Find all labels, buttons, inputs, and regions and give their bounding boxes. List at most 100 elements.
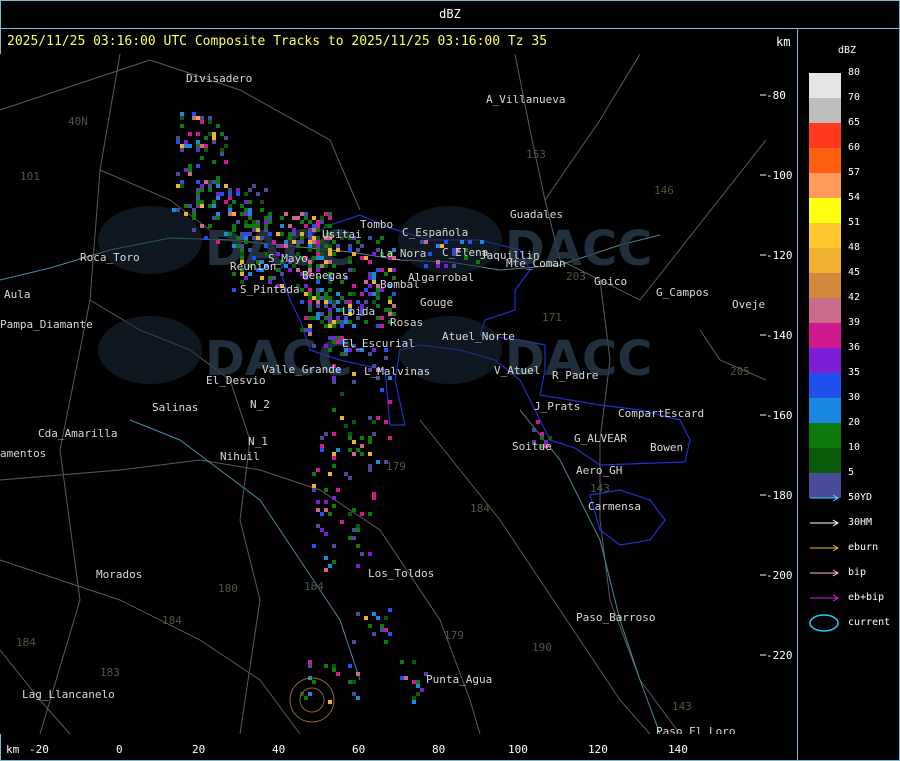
place-label: Bowen bbox=[650, 441, 683, 454]
echo-pixel bbox=[412, 660, 416, 664]
echo-pixel bbox=[196, 116, 200, 120]
echo-pixel bbox=[308, 328, 312, 332]
echo-pixel bbox=[236, 236, 240, 240]
echo-pixel bbox=[176, 136, 180, 140]
echo-pixel bbox=[368, 284, 372, 288]
echo-pixel bbox=[356, 528, 360, 532]
legend-level-label: 48 bbox=[848, 242, 861, 253]
echo-pixel bbox=[392, 268, 396, 272]
echo-pixel bbox=[296, 244, 300, 248]
echo-pixel bbox=[300, 300, 304, 304]
echo-pixel bbox=[176, 172, 180, 176]
echo-pixel bbox=[308, 316, 312, 320]
y-tick-label: -100 bbox=[766, 169, 793, 182]
legend-level-label: 30 bbox=[848, 392, 861, 403]
echo-pixel bbox=[328, 312, 332, 316]
echo-pixel bbox=[256, 224, 260, 228]
echo-pixel bbox=[304, 328, 308, 332]
echo-pixel bbox=[372, 420, 376, 424]
echo-pixel bbox=[328, 296, 332, 300]
svg-text:143: 143 bbox=[590, 482, 610, 495]
echo-pixel bbox=[196, 140, 200, 144]
echo-pixel bbox=[360, 256, 364, 260]
echo-pixel bbox=[308, 660, 312, 664]
place-label: Roca_Toro bbox=[80, 251, 140, 264]
place-label: Aula bbox=[4, 288, 31, 301]
echo-pixel bbox=[248, 212, 252, 216]
echo-pixel bbox=[308, 260, 312, 264]
echo-pixel bbox=[328, 248, 332, 252]
echo-pixel bbox=[244, 220, 248, 224]
x-tick-label: 0 bbox=[116, 743, 123, 756]
echo-pixel bbox=[348, 320, 352, 324]
echo-pixel bbox=[224, 184, 228, 188]
echo-pixel bbox=[244, 200, 248, 204]
echo-pixel bbox=[332, 464, 336, 468]
echo-pixel bbox=[308, 248, 312, 252]
echo-pixel bbox=[304, 696, 308, 700]
echo-pixel bbox=[208, 224, 212, 228]
echo-pixel bbox=[240, 252, 244, 256]
svg-text:180: 180 bbox=[218, 582, 238, 595]
echo-pixel bbox=[320, 512, 324, 516]
echo-pixel bbox=[204, 136, 208, 140]
place-label: Bombal bbox=[380, 278, 420, 291]
echo-pixel bbox=[424, 240, 428, 244]
echo-pixel bbox=[320, 448, 324, 452]
track-legend-label: eb+bip bbox=[848, 592, 885, 603]
echo-pixel bbox=[240, 244, 244, 248]
echo-pixel bbox=[308, 664, 312, 668]
echo-pixel bbox=[348, 448, 352, 452]
echo-pixel bbox=[332, 504, 336, 508]
echo-pixel bbox=[332, 432, 336, 436]
radar-map[interactable]: 10140N153 146171203 205179184 180 184190 … bbox=[0, 54, 766, 734]
echo-pixel bbox=[388, 400, 392, 404]
place-label: Paso_El_Loro bbox=[656, 725, 735, 734]
echo-pixel bbox=[392, 304, 396, 308]
place-label: Paso_Barroso bbox=[576, 611, 655, 624]
echo-pixel bbox=[200, 188, 204, 192]
echo-pixel bbox=[324, 304, 328, 308]
echo-pixel bbox=[348, 432, 352, 436]
echo-pixel bbox=[180, 112, 184, 116]
title-bar: dBZ bbox=[0, 0, 900, 29]
echo-pixel bbox=[212, 204, 216, 208]
echo-pixel bbox=[368, 292, 372, 296]
echo-pixel bbox=[332, 340, 336, 344]
echo-pixel bbox=[240, 212, 244, 216]
echo-pixel bbox=[344, 300, 348, 304]
echo-pixel bbox=[288, 224, 292, 228]
echo-pixel bbox=[360, 512, 364, 516]
echo-pixel bbox=[328, 212, 332, 216]
echo-pixel bbox=[444, 240, 448, 244]
echo-pixel bbox=[360, 444, 364, 448]
echo-pixel bbox=[224, 232, 228, 236]
echo-pixel bbox=[288, 236, 292, 240]
echo-pixel bbox=[216, 180, 220, 184]
echo-pixel bbox=[264, 228, 268, 232]
echo-pixel bbox=[196, 180, 200, 184]
echo-pixel bbox=[196, 204, 200, 208]
echo-pixel bbox=[180, 184, 184, 188]
echo-pixel bbox=[320, 528, 324, 532]
echo-pixel bbox=[256, 236, 260, 240]
echo-pixel bbox=[324, 212, 328, 216]
echo-pixel bbox=[284, 244, 288, 248]
echo-pixel bbox=[216, 212, 220, 216]
echo-pixel bbox=[248, 216, 252, 220]
echo-pixel bbox=[336, 300, 340, 304]
legend-level-label: 5 bbox=[848, 467, 855, 478]
echo-pixel bbox=[368, 512, 372, 516]
place-label: amentos bbox=[0, 447, 46, 460]
echo-pixel bbox=[204, 144, 208, 148]
echo-pixel bbox=[388, 296, 392, 300]
echo-pixel bbox=[312, 344, 316, 348]
echo-pixel bbox=[280, 224, 284, 228]
echo-pixel bbox=[208, 180, 212, 184]
echo-pixel bbox=[208, 132, 212, 136]
track-legend-label: eburn bbox=[848, 542, 879, 553]
echo-pixel bbox=[372, 252, 376, 256]
legend-swatch bbox=[809, 148, 841, 173]
echo-pixel bbox=[316, 248, 320, 252]
echo-pixel bbox=[292, 240, 296, 244]
